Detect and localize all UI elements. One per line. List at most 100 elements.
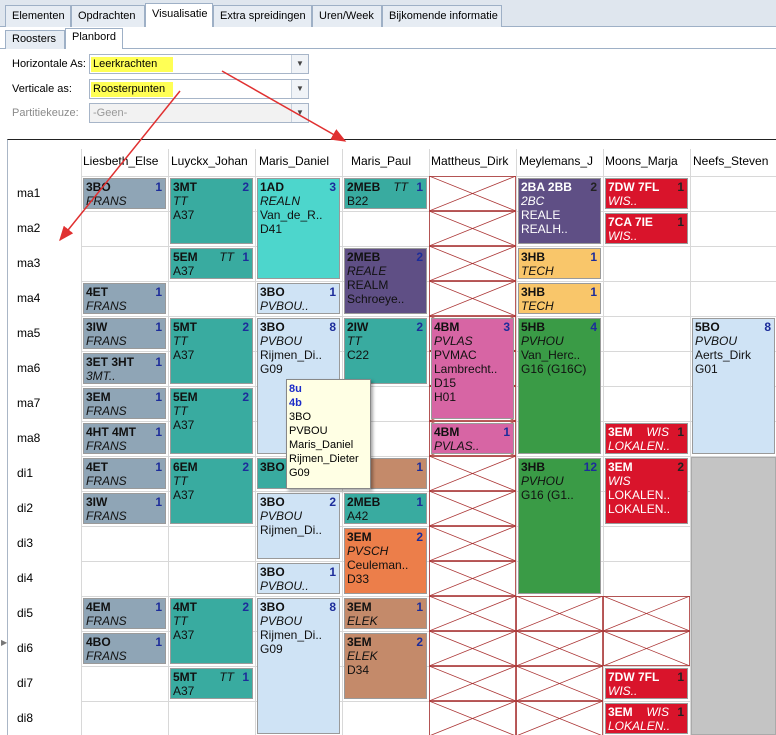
lesson-room: A37 [173, 684, 195, 698]
subtab-roosters[interactable]: Roosters [5, 30, 65, 49]
tab-visualisatie[interactable]: Visualisatie [145, 3, 213, 28]
lesson-block[interactable]: 2MEB 2 REALE REALM Schroeye.. [344, 248, 427, 314]
lesson-block[interactable]: 4ET 1 FRANS [83, 283, 166, 314]
lesson-block[interactable]: 2MEB 1 A42 [344, 493, 427, 524]
lesson-count: 2 [242, 460, 249, 474]
lesson-block[interactable]: 7DW 7FL 1 WIS.. [605, 178, 688, 209]
lesson-room-3: H01 [434, 390, 457, 404]
lesson-subject: ELEK [347, 649, 378, 663]
lesson-class: 3EM [347, 635, 372, 649]
teacher-header[interactable]: Meylemans_J [519, 154, 593, 170]
lesson-count: 8 [329, 320, 336, 334]
lesson-block[interactable]: 1AD 3 REALN Van_de_R.. D41 [257, 178, 340, 279]
lesson-subject: TT [173, 404, 188, 418]
lesson-block[interactable]: 3BO 1 FRANS [83, 178, 166, 209]
tab-extra-spreidingen[interactable]: Extra spreidingen [213, 5, 312, 27]
lesson-block[interactable]: 7CA 7IE 1 WIS.. [605, 213, 688, 244]
lesson-count: 1 [155, 425, 162, 439]
lesson-block[interactable]: 4BM 1 PVLAS.. [431, 423, 514, 454]
lesson-block[interactable]: 4MT 2 TT A37 [170, 598, 253, 664]
lesson-count: 2 [242, 180, 249, 194]
lesson-block[interactable]: 3HB 1 TECHA41 [518, 283, 601, 314]
chevron-down-icon[interactable]: ▼ [291, 104, 308, 122]
lesson-block[interactable]: 3EM 1 ELEKD34 [344, 598, 427, 629]
lesson-block[interactable]: 3EM 1 FRANS [83, 388, 166, 419]
lesson-room: PVMAC [434, 348, 477, 362]
lesson-block[interactable]: 5BO 8 PVBOU Aerts_Dirk G01 [692, 318, 775, 454]
lesson-subject: PVHOU [521, 474, 564, 488]
lesson-block[interactable]: 3EM 2 ELEK D34 [344, 633, 427, 699]
lesson-block[interactable]: 3BO 1 PVBOU.. [257, 283, 340, 314]
lesson-class: 1AD [260, 180, 285, 194]
tab-elementen[interactable]: Elementen [5, 5, 71, 27]
lesson-block[interactable]: 3BO 2 PVBOU Rijmen_Di.. [257, 493, 340, 559]
lesson-count: 3 [503, 320, 510, 334]
lesson-class: 5MT [173, 670, 197, 684]
lesson-block[interactable]: 3HB 1 TECHA41 [518, 248, 601, 279]
lesson-count: 1 [155, 495, 162, 509]
lesson-block[interactable]: 4BO 1 FRANS [83, 633, 166, 664]
lesson-block[interactable]: 3ET 3HT 1 3MT.. [83, 353, 166, 384]
lesson-block[interactable]: 4BM 3 PVLAS PVMAC Lambrecht.. D15 H01 [431, 318, 514, 419]
lesson-block[interactable]: 7DW 7FL 1 WIS.. [605, 668, 688, 699]
teacher-header[interactable]: Moons_Marja [605, 154, 678, 170]
tab-uren-week[interactable]: Uren/Week [312, 5, 382, 27]
sub-tab-bar: Roosters Planbord [0, 27, 776, 50]
lesson-count: 1 [242, 670, 249, 684]
horizontal-axis-select[interactable]: Leerkrachten ▼ [89, 54, 309, 74]
lesson-block[interactable]: 6EM 2 TT A37 [170, 458, 253, 524]
period-label: ma8 [17, 431, 41, 445]
chevron-down-icon[interactable]: ▼ [291, 55, 308, 73]
subtab-planbord[interactable]: Planbord [65, 28, 123, 50]
period-label: di1 [17, 466, 34, 480]
teacher-header[interactable]: Maris_Paul [351, 154, 411, 170]
lesson-subject: LOKALEN.. [608, 719, 671, 733]
teacher-header[interactable]: Luyckx_Johan [171, 154, 248, 170]
lesson-subject: FRANS [86, 509, 127, 523]
lesson-block[interactable]: 2IW 2 TT C22 [344, 318, 427, 384]
lesson-block[interactable]: 4ET 1 FRANS [83, 458, 166, 489]
teacher-header[interactable]: Mattheus_Dirk [431, 154, 508, 170]
lesson-block[interactable]: 5EM TT 1 A37 [170, 248, 253, 279]
teacher-header[interactable]: Liesbeth_Else [83, 154, 158, 170]
lesson-block[interactable]: 3BO 8 PVBOU Rijmen_Di.. G09 [257, 598, 340, 734]
partition-value: -Geen- [93, 107, 128, 119]
lesson-block[interactable]: 2BA 2BB 2 2BC REALE REALH.. [518, 178, 601, 244]
lesson-block[interactable]: 5EM 2 TT A37 [170, 388, 253, 454]
lesson-block[interactable]: 5MT TT 1 A37 [170, 668, 253, 699]
lesson-teacher: Schroeye.. [347, 292, 405, 306]
period-label: di2 [17, 501, 34, 515]
period-label: di8 [17, 711, 34, 725]
lesson-class: 5HB [521, 320, 546, 334]
lesson-block[interactable]: 5HB 4 PVHOU Van_Herc.. G16 (G16C) [518, 318, 601, 454]
lesson-block[interactable]: 3MT 2 TT A37 [170, 178, 253, 244]
lesson-block[interactable]: 3EM 2 WIS LOKALEN.. LOKALEN.. [605, 458, 688, 524]
lesson-room: Rijmen_Di.. [260, 348, 323, 362]
lesson-block[interactable]: 3EM WIS 1 LOKALEN.. [605, 703, 688, 734]
lesson-block[interactable]: 3IW 1 FRANS [83, 493, 166, 524]
lesson-block[interactable]: 5MT 2 TT A37 [170, 318, 253, 384]
lesson-subject: LOKALEN.. [608, 439, 671, 453]
tab-opdrachten[interactable]: Opdrachten [71, 5, 145, 27]
lesson-block[interactable]: 3EM 2 PVSCH Ceuleman.. D33 [344, 528, 427, 594]
teacher-header[interactable]: Neefs_Steven [693, 154, 768, 170]
vertical-axis-select[interactable]: Roosterpunten ▼ [89, 79, 309, 99]
partition-select[interactable]: -Geen- ▼ [89, 103, 309, 123]
lesson-class: 5BO [695, 320, 720, 334]
tab-bijkomende-informatie[interactable]: Bijkomende informatie [382, 5, 502, 27]
lesson-block[interactable]: 4EM 1 FRANS [83, 598, 166, 629]
lesson-count: 1 [416, 180, 423, 194]
lesson-class: 4BM [434, 320, 460, 334]
unavailable-cell [603, 596, 690, 666]
lesson-block[interactable]: 3EM WIS 1 LOKALEN.. [605, 423, 688, 454]
teacher-header[interactable]: Maris_Daniel [259, 154, 329, 170]
lesson-block[interactable]: 3IW 1 FRANS [83, 318, 166, 349]
lesson-block[interactable]: 4HT 4MT 1 FRANS [83, 423, 166, 454]
lesson-subject: ELEK [347, 614, 378, 628]
lesson-subject: TECH [521, 264, 554, 278]
lesson-block[interactable]: 3HB 12 PVHOU G16 (G1.. [518, 458, 601, 594]
chevron-down-icon[interactable]: ▼ [291, 80, 308, 98]
lesson-class: 3BO [260, 285, 285, 299]
lesson-block[interactable]: 3BO 1 PVBOU.. [257, 563, 340, 594]
lesson-block[interactable]: 2MEB TT 1 B22 [344, 178, 427, 209]
